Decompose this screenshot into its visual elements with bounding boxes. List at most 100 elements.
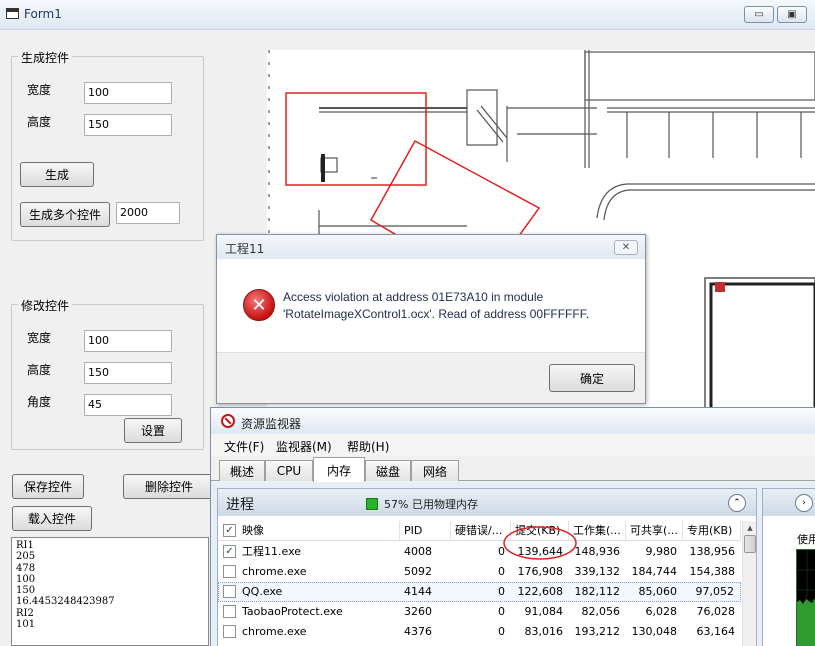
table-row[interactable]: ✓ 工程11.exe 4008 0 139,644 148,936 9,980 … xyxy=(218,542,741,562)
cell-pid: 4008 xyxy=(404,545,432,558)
row-checkbox[interactable] xyxy=(223,585,236,598)
generate-button[interactable]: 生成 xyxy=(20,162,94,187)
load-control-button[interactable]: 载入控件 xyxy=(12,506,92,531)
ok-button[interactable]: 确定 xyxy=(549,364,635,392)
cell-working-set: 182,112 xyxy=(574,585,621,598)
processes-panel: 进程 57% 已用物理内存 ⌃ ✓ 映像 PID 硬错误/... 提交(KB) … xyxy=(217,488,757,646)
memo-line: RI2 xyxy=(16,607,34,619)
set-button[interactable]: 设置 xyxy=(124,418,182,443)
modify-group-label: 修改控件 xyxy=(18,297,73,314)
memo-line: 16.4453248423987 xyxy=(16,596,115,608)
expand-chevron-icon[interactable]: › xyxy=(795,494,813,512)
vertical-scrollbar[interactable]: ▲ xyxy=(742,521,756,646)
menu-help[interactable]: 帮助(H) xyxy=(347,438,389,455)
error-dialog-titlebar[interactable]: 工程11 ✕ xyxy=(217,235,645,259)
cell-hard-faults: 0 xyxy=(498,585,505,598)
minimize-icon: ▭ xyxy=(754,9,764,20)
column-shareable[interactable]: 可共享(... xyxy=(626,521,683,541)
form1-titlebar[interactable]: Form1 ▭ ▣ xyxy=(0,0,815,30)
menu-file[interactable]: 文件(F) xyxy=(224,438,264,455)
row-checkbox[interactable] xyxy=(223,565,236,578)
resource-monitor-title: 资源监视器 xyxy=(241,417,302,431)
menu-bar: 文件(F) 监视器(M) 帮助(H) xyxy=(211,434,815,456)
memory-usage-status: 57% 已用物理内存 xyxy=(384,498,478,511)
cell-image: TaobaoProtect.exe xyxy=(242,605,343,618)
generate-multiple-button[interactable]: 生成多个控件 xyxy=(20,202,110,227)
modify-group: 修改控件 宽度 100 高度 150 角度 45 设置 xyxy=(11,297,204,450)
select-all-checkbox[interactable]: ✓ xyxy=(223,524,236,537)
memo-line: 478 xyxy=(16,562,36,574)
error-dialog-title: 工程11 xyxy=(225,242,265,256)
mod-height-input[interactable]: 150 xyxy=(84,362,172,384)
processes-panel-header[interactable]: 进程 57% 已用物理内存 ⌃ xyxy=(218,489,756,516)
cell-shareable: 130,048 xyxy=(631,625,678,638)
cell-private: 63,164 xyxy=(696,625,736,638)
error-message-line2: 'RotateImageXControl1.ocx'. Read of addr… xyxy=(283,307,590,321)
output-memo[interactable]: RI1 205 478 100 150 16.4453248423987 RI2… xyxy=(11,537,209,646)
row-checkbox[interactable]: ✓ xyxy=(223,545,236,558)
close-icon[interactable]: ✕ xyxy=(614,240,638,255)
gen-height-input[interactable]: 150 xyxy=(84,114,172,136)
mod-width-label: 宽度 xyxy=(27,331,52,345)
processes-title: 进程 xyxy=(226,497,254,513)
table-row[interactable]: chrome.exe 4376 0 83,016 193,212 130,048… xyxy=(218,622,741,642)
gen-height-label: 高度 xyxy=(27,115,52,129)
row-checkbox[interactable] xyxy=(223,625,236,638)
cell-shareable: 9,980 xyxy=(645,545,678,558)
resource-monitor-body: 进程 57% 已用物理内存 ⌃ ✓ 映像 PID 硬错误/... 提交(KB) … xyxy=(211,482,815,646)
tab-network[interactable]: 网络 xyxy=(411,460,459,481)
error-dialog: 工程11 ✕ ✕ Access violation at address 01E… xyxy=(216,234,646,404)
collapse-chevron-icon[interactable]: ⌃ xyxy=(728,494,746,512)
cell-working-set: 82,056 xyxy=(581,605,621,618)
cell-private: 154,388 xyxy=(689,565,736,578)
column-image[interactable]: 映像 xyxy=(238,521,400,541)
maximize-icon: ▣ xyxy=(787,9,797,20)
cell-commit: 91,084 xyxy=(524,605,564,618)
error-message-line1: Access violation at address 01E73A10 in … xyxy=(283,290,544,304)
table-row-selected[interactable]: QQ.exe 4144 0 122,608 182,112 85,060 97,… xyxy=(218,582,741,602)
cell-pid: 4144 xyxy=(404,585,432,598)
memory-meter-icon xyxy=(366,498,378,510)
gen-width-input[interactable]: 100 xyxy=(84,82,172,104)
menu-monitor[interactable]: 监视器(M) xyxy=(276,438,332,455)
scroll-up-icon[interactable]: ▲ xyxy=(744,522,756,534)
cell-working-set: 193,212 xyxy=(574,625,621,638)
process-table-header: ✓ 映像 PID 硬错误/... 提交(KB) 工作集(... 可共享(... … xyxy=(218,521,741,541)
tab-overview[interactable]: 概述 xyxy=(219,460,265,481)
memo-line: 150 xyxy=(16,585,36,597)
memo-line: 100 xyxy=(16,573,36,585)
cell-pid: 4376 xyxy=(404,625,432,638)
delete-control-button[interactable]: 删除控件 xyxy=(123,474,215,499)
generate-count-input[interactable]: 2000 xyxy=(116,202,180,224)
angle-input[interactable]: 45 xyxy=(84,394,172,416)
table-row[interactable]: chrome.exe 5092 0 176,908 339,132 184,74… xyxy=(218,562,741,582)
scroll-thumb[interactable] xyxy=(744,535,756,553)
save-control-button[interactable]: 保存控件 xyxy=(12,474,84,499)
maximize-button[interactable]: ▣ xyxy=(777,6,807,23)
tab-memory[interactable]: 内存 xyxy=(313,457,365,482)
mod-width-input[interactable]: 100 xyxy=(84,330,172,352)
cell-private: 76,028 xyxy=(696,605,736,618)
column-private[interactable]: 专用(KB) xyxy=(683,521,741,541)
row-checkbox[interactable] xyxy=(223,605,236,618)
cell-pid: 5092 xyxy=(404,565,432,578)
usage-graph-drawing xyxy=(797,550,815,646)
tab-cpu[interactable]: CPU xyxy=(265,460,313,481)
cell-hard-faults: 0 xyxy=(498,625,505,638)
memo-line: 205 xyxy=(16,551,36,563)
usage-graph xyxy=(796,549,815,646)
cell-shareable: 85,060 xyxy=(638,585,678,598)
tab-disk[interactable]: 磁盘 xyxy=(365,460,411,481)
cell-private: 97,052 xyxy=(695,585,735,598)
cell-commit: 176,908 xyxy=(517,565,564,578)
usage-graph-header: › xyxy=(763,489,815,516)
resource-monitor-titlebar[interactable]: 资源监视器 xyxy=(211,408,815,434)
red-circle-annotation xyxy=(503,526,577,560)
column-pid[interactable]: PID xyxy=(400,521,451,541)
minimize-button[interactable]: ▭ xyxy=(744,6,774,23)
cell-commit: 122,608 xyxy=(517,585,564,598)
memo-line: RI1 xyxy=(16,540,34,551)
resource-monitor-icon xyxy=(221,414,235,428)
table-row[interactable]: TaobaoProtect.exe 3260 0 91,084 82,056 6… xyxy=(218,602,741,622)
cell-shareable: 6,028 xyxy=(645,605,678,618)
